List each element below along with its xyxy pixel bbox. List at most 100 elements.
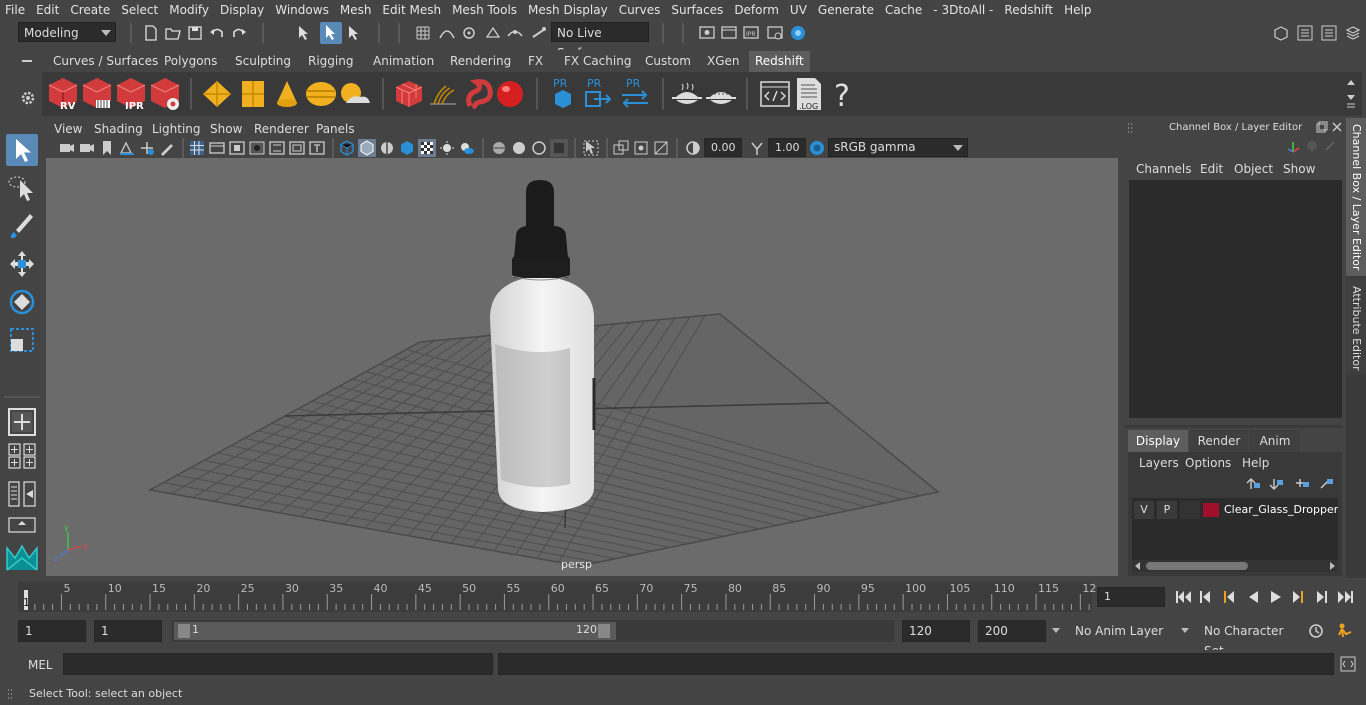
- script-editor-icon[interactable]: [1340, 656, 1356, 672]
- step-forward-key-icon[interactable]: [1317, 591, 1327, 603]
- manipulator-channels-icon[interactable]: [1285, 138, 1301, 154]
- menu-generate[interactable]: Generate: [813, 0, 880, 20]
- redshift-material-icon[interactable]: [494, 76, 528, 112]
- layer-display-type-toggle[interactable]: [1180, 501, 1200, 519]
- single-view-layout-icon[interactable]: [6, 406, 38, 438]
- range-slider-handle[interactable]: [174, 622, 616, 640]
- side-tab-channel-box[interactable]: Channel Box / Layer Editor: [1346, 118, 1366, 276]
- menu-modify[interactable]: Modify: [164, 0, 215, 20]
- layer-playback-toggle[interactable]: P: [1157, 501, 1177, 519]
- chevron-down-icon[interactable]: [1052, 628, 1060, 633]
- menu-edit[interactable]: Edit: [31, 0, 65, 20]
- step-forward-frame-icon[interactable]: [1293, 591, 1303, 603]
- modeling-toolkit-icon[interactable]: [1272, 24, 1290, 42]
- shelf-tab-rendering[interactable]: Rendering: [444, 51, 517, 72]
- use-all-lights-icon[interactable]: [438, 139, 456, 157]
- redshift-render-view-icon[interactable]: RV: [46, 76, 80, 112]
- command-language-label[interactable]: MEL: [28, 658, 53, 672]
- color-management-icon[interactable]: [808, 139, 826, 157]
- wireframe-icon[interactable]: [338, 139, 356, 157]
- four-view-layout-icon[interactable]: [6, 442, 38, 470]
- safe-action-icon[interactable]: [288, 139, 306, 157]
- menu-display[interactable]: Display: [215, 0, 270, 20]
- shelf-menu-icon[interactable]: [19, 54, 35, 68]
- menu-windows[interactable]: Windows: [270, 0, 335, 20]
- viewport-menu-view[interactable]: View: [54, 120, 82, 138]
- close-panel-icon[interactable]: [1331, 121, 1343, 133]
- resolution-gate-icon[interactable]: [228, 139, 246, 157]
- redshift-script-editor-icon[interactable]: [758, 78, 792, 110]
- dropper-bottle-model[interactable]: [490, 180, 596, 512]
- shelf-settings-gear-icon[interactable]: [20, 90, 36, 106]
- layer-row[interactable]: V P Clear_Glass_Dropper_B: [1134, 501, 1338, 519]
- menu-edit-mesh[interactable]: Edit Mesh: [377, 0, 447, 20]
- shelf-tab-sculpting[interactable]: Sculpting: [229, 51, 297, 72]
- menu-mesh-tools[interactable]: Mesh Tools: [447, 0, 523, 20]
- ipr-render-icon[interactable]: IPR: [742, 24, 760, 42]
- anim-layer-dropdown[interactable]: No Anim Layer: [1068, 620, 1194, 642]
- snap-view-plane-icon[interactable]: [484, 24, 502, 42]
- shelf-tab-xgen[interactable]: XGen: [701, 51, 746, 72]
- tool-settings-toggle-icon[interactable]: [1320, 24, 1338, 42]
- exposure-field[interactable]: 0.00: [704, 138, 742, 157]
- motion-blur-icon[interactable]: [510, 139, 528, 157]
- viewport-menu-show[interactable]: Show: [210, 120, 242, 138]
- redshift-bake-sets-icon[interactable]: [704, 78, 738, 110]
- redshift-proxy-import-icon[interactable]: PR: [582, 76, 614, 112]
- two-d-pan-zoom-icon[interactable]: [138, 139, 156, 157]
- color-space-dropdown[interactable]: sRGB gamma: [828, 138, 968, 157]
- menu-surfaces[interactable]: Surfaces: [666, 0, 729, 20]
- live-surface-field[interactable]: No Live Surface: [551, 22, 649, 60]
- channel-list-area[interactable]: [1129, 180, 1342, 418]
- menu-3dtoall[interactable]: - 3DtoAll -: [928, 0, 999, 20]
- render-frame-icon[interactable]: [720, 24, 738, 42]
- grid-toggle-icon[interactable]: [188, 139, 206, 157]
- channel-box-toggle-icon[interactable]: [1344, 24, 1362, 42]
- redshift-shader-ball-icon[interactable]: [462, 76, 496, 112]
- attribute-editor-toggle-icon[interactable]: [1296, 24, 1314, 42]
- exposure-icon[interactable]: [684, 139, 702, 157]
- safe-title-icon[interactable]: [308, 139, 326, 157]
- shelf-tab-curves-surfaces[interactable]: Curves / Surfaces: [47, 51, 164, 72]
- layer-help-menu[interactable]: Help: [1242, 456, 1269, 470]
- shadows-icon[interactable]: [458, 139, 476, 157]
- screen-space-ao-icon[interactable]: [490, 139, 508, 157]
- shelf-tab-fx[interactable]: FX: [522, 51, 549, 72]
- hypershade-icon[interactable]: [789, 24, 807, 42]
- render-settings-icon[interactable]: [766, 24, 784, 42]
- camera-attributes-icon[interactable]: [78, 139, 96, 157]
- shelf-tab-polygons[interactable]: Polygons: [158, 51, 223, 72]
- film-gate-icon[interactable]: [208, 139, 226, 157]
- time-slider[interactable]: 5 10 15 20 25 30 35 40 45 50 55 60 65 70 75 80 85 90 95 100…: [18, 582, 1096, 612]
- redshift-sun-sky-icon[interactable]: [338, 78, 372, 110]
- gamma-icon[interactable]: [748, 139, 766, 157]
- sync-selection-icon[interactable]: [1306, 140, 1318, 152]
- snap-surface-icon[interactable]: [506, 24, 524, 42]
- redshift-proxy-convert-icon[interactable]: PR: [618, 76, 652, 112]
- depth-of-field-icon[interactable]: [550, 139, 568, 157]
- layer-tab-render[interactable]: Render: [1190, 430, 1248, 452]
- make-live-icon[interactable]: [530, 24, 548, 42]
- playback-start-field[interactable]: 1: [94, 620, 162, 642]
- shelf-tab-custom[interactable]: Custom: [639, 51, 697, 72]
- scroll-right-icon[interactable]: [1328, 562, 1336, 570]
- channel-object-menu[interactable]: Object: [1234, 162, 1273, 176]
- animation-preferences-icon[interactable]: [1335, 622, 1355, 640]
- go-to-start-icon[interactable]: [1176, 591, 1191, 603]
- multisample-aa-icon[interactable]: [530, 139, 548, 157]
- menu-file[interactable]: File: [0, 0, 31, 20]
- current-frame-field[interactable]: 1: [1097, 587, 1165, 607]
- isolate-select-icon[interactable]: [582, 139, 600, 157]
- menu-mesh[interactable]: Mesh: [335, 0, 378, 20]
- gate-mask-icon[interactable]: [248, 139, 266, 157]
- menu-create[interactable]: Create: [65, 0, 116, 20]
- layer-name[interactable]: Clear_Glass_Dropper_B: [1224, 501, 1338, 519]
- graph-layout-icon[interactable]: [6, 516, 38, 534]
- snap-grid-icon[interactable]: [414, 24, 432, 42]
- redshift-dome-light-icon[interactable]: [304, 78, 338, 110]
- menu-uv[interactable]: UV: [785, 0, 813, 20]
- viewport-menu-lighting[interactable]: Lighting: [152, 120, 201, 138]
- select-camera-icon[interactable]: [58, 139, 76, 157]
- range-slider-end-grip[interactable]: [598, 624, 610, 638]
- go-to-end-icon[interactable]: [1338, 591, 1353, 603]
